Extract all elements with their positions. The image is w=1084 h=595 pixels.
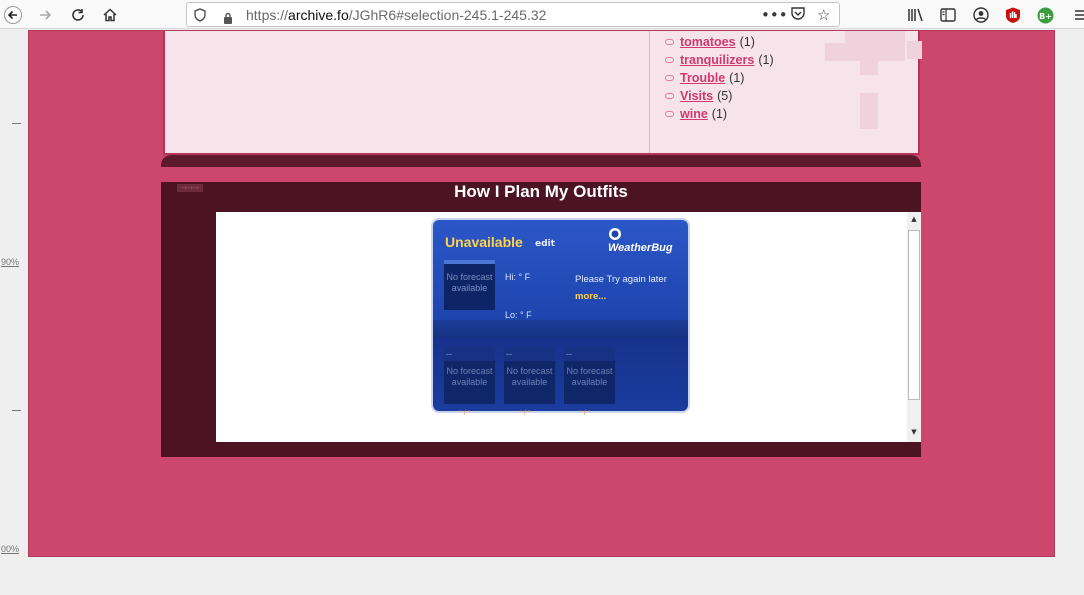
decorative-cross <box>907 41 922 59</box>
decorative-cross <box>860 59 878 75</box>
browser-toolbar: https://archive.fo/JGhR6#selection-245.1… <box>0 0 1084 29</box>
forecast-text: No forecast available <box>506 366 553 387</box>
brand-text: WeatherBug <box>608 242 673 254</box>
tag-count: (1) <box>758 53 774 67</box>
forecast-text: No forecast available <box>566 366 613 387</box>
tag-count: (5) <box>717 89 733 103</box>
scroll-up-icon[interactable]: ▲ <box>907 215 921 223</box>
forecast-tile: -- No forecast available <box>564 347 615 404</box>
scroll-down-icon[interactable]: ▼ <box>907 428 921 436</box>
archived-page: tomatoes (1) tranquilizers (1) Trouble (1) … <box>28 30 1055 557</box>
tag-count: (1) <box>711 107 728 121</box>
bullet-icon <box>665 39 674 45</box>
menu-icon[interactable] <box>1070 4 1084 26</box>
extension-icon[interactable]: B+ <box>1034 4 1056 26</box>
bullet-icon <box>665 75 674 81</box>
list-item: Trouble (1) <box>665 69 774 87</box>
sidebar-icon[interactable] <box>937 4 959 26</box>
forecast-day: -- <box>564 347 615 361</box>
decorative-cross <box>860 93 878 129</box>
page-bottom <box>0 557 1084 595</box>
tag-link[interactable]: tranquilizers <box>680 53 754 67</box>
url-text[interactable]: https://archive.fo/JGhR6#selection-245.1… <box>246 7 546 23</box>
forecast-day: -- <box>444 347 495 361</box>
list-item: tranquilizers (1) <box>665 51 774 69</box>
tag-count: (1) <box>739 35 755 49</box>
weather-widget[interactable]: Unavailable edit WeatherBug No forecast … <box>431 218 690 413</box>
page-viewport: 90% 00% tomatoes (1) tranquilizers (1) Tro… <box>0 30 1084 595</box>
pocket-icon[interactable] <box>790 6 806 25</box>
zoom-ruler: 90% 00% <box>0 30 28 557</box>
home-icon[interactable] <box>99 4 121 26</box>
forecast-temps: ° / ° <box>459 410 471 417</box>
ublock-icon[interactable] <box>1002 4 1024 26</box>
forecast-tile: -- No forecast available <box>444 347 495 404</box>
forecast-temps: ° / ° <box>519 410 531 417</box>
tag-link[interactable]: tomatoes <box>680 35 736 49</box>
tag-link[interactable]: Trouble <box>680 71 725 85</box>
post-title: How I Plan My Outfits <box>454 182 628 201</box>
ruler-tick <box>12 410 21 411</box>
forecast-text: No forecast available <box>446 366 493 387</box>
tag-count: (1) <box>729 71 745 85</box>
bullet-icon <box>665 93 674 99</box>
list-item: wine (1) <box>665 105 774 123</box>
blog-post: →→→ How I Plan My Outfits Unavailable ed… <box>161 182 921 457</box>
forecast-temps: ° / ° <box>579 410 591 417</box>
account-icon[interactable] <box>970 4 992 26</box>
ruler-tick <box>12 123 21 124</box>
high-temp: Hi: ° F <box>505 272 531 282</box>
forecast-tile: -- No forecast available <box>504 347 555 404</box>
tag-link[interactable]: wine <box>680 107 708 121</box>
decorative-cross <box>825 43 865 61</box>
low-temp: Lo: ° F <box>505 310 532 320</box>
lock-icon[interactable] <box>223 9 233 24</box>
forecast-day: -- <box>504 347 555 361</box>
bullet-icon <box>665 111 674 117</box>
message-text: Please Try again later <box>575 274 667 285</box>
section-header-bar <box>161 155 921 167</box>
more-link[interactable]: more... <box>575 291 606 302</box>
list-item: Visits (5) <box>665 87 774 105</box>
vertical-scrollbar[interactable]: ▲ ▼ <box>907 212 921 442</box>
ruler-label-100[interactable]: 00% <box>1 544 19 554</box>
weatherbug-icon <box>609 228 621 240</box>
list-item: tomatoes (1) <box>665 33 774 51</box>
bookmark-star-icon[interactable]: ☆ <box>817 6 830 24</box>
tag-link[interactable]: Visits <box>680 89 713 103</box>
ruler-label-90[interactable]: 90% <box>1 257 19 267</box>
forward-icon[interactable] <box>34 4 56 26</box>
more-icon[interactable]: ••• <box>761 6 788 24</box>
shield-icon[interactable] <box>194 8 206 25</box>
weatherbug-logo[interactable]: WeatherBug <box>608 227 688 254</box>
tag-list: tomatoes (1) tranquilizers (1) Trouble (1) … <box>665 33 774 123</box>
scrollbar-thumb[interactable] <box>908 230 920 400</box>
blog-sidebar-panel: tomatoes (1) tranquilizers (1) Trouble (1) … <box>163 31 922 155</box>
divider <box>649 31 650 153</box>
reload-icon[interactable] <box>67 4 89 26</box>
extension-badge: B+ <box>1039 12 1052 21</box>
library-icon[interactable] <box>905 4 927 26</box>
back-icon[interactable] <box>2 4 24 26</box>
weather-location: Unavailable <box>445 234 523 250</box>
edit-link[interactable]: edit <box>535 239 555 249</box>
bullet-icon <box>665 57 674 63</box>
embedded-frame: Unavailable edit WeatherBug No forecast … <box>216 212 921 442</box>
url-bar[interactable]: https://archive.fo/JGhR6#selection-245.1… <box>186 2 840 27</box>
today-forecast-tile: No forecast available <box>444 260 495 310</box>
weather-message: Please Try again later more... <box>575 271 675 305</box>
divider-band <box>433 320 688 338</box>
